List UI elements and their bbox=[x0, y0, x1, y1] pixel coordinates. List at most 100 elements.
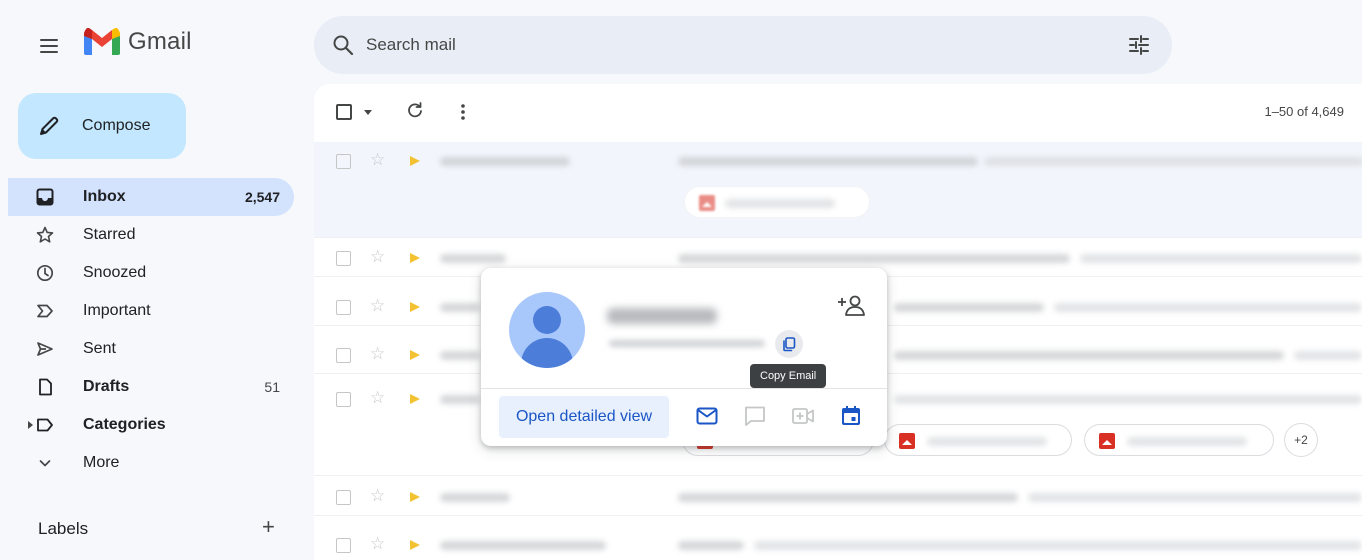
inbox-unread-count: 2,547 bbox=[244, 189, 280, 205]
open-detailed-view-button[interactable]: Open detailed view bbox=[499, 396, 669, 438]
attachment-chip[interactable] bbox=[1084, 424, 1274, 456]
sidebar-item-label: More bbox=[83, 454, 120, 471]
drafts-count: 51 bbox=[264, 379, 280, 395]
add-contact-icon[interactable] bbox=[837, 294, 867, 318]
main-menu-button[interactable] bbox=[38, 34, 62, 58]
important-marker-icon[interactable] bbox=[410, 350, 420, 360]
subject-redacted bbox=[894, 351, 1284, 360]
send-icon bbox=[37, 342, 53, 356]
important-marker-icon[interactable] bbox=[410, 253, 420, 263]
snippet-redacted bbox=[984, 157, 1362, 166]
row-checkbox[interactable] bbox=[336, 538, 351, 553]
attachment-name-redacted bbox=[725, 199, 835, 208]
important-marker-icon[interactable] bbox=[410, 492, 420, 502]
email-row[interactable]: ☆ bbox=[314, 526, 1362, 560]
sender-redacted bbox=[440, 541, 606, 550]
star-icon[interactable]: ☆ bbox=[370, 487, 385, 505]
clock-icon bbox=[36, 264, 54, 282]
subject-redacted bbox=[894, 303, 1044, 312]
row-checkbox[interactable] bbox=[336, 348, 351, 363]
search-options-icon[interactable] bbox=[1128, 34, 1150, 56]
sidebar-item-label: Inbox bbox=[83, 188, 126, 205]
more-options-icon[interactable] bbox=[460, 103, 466, 121]
chat-icon[interactable] bbox=[743, 404, 767, 428]
contact-name-redacted bbox=[607, 308, 717, 324]
app-name: Gmail bbox=[128, 28, 192, 55]
expand-caret-icon[interactable] bbox=[28, 421, 33, 429]
sidebar-item-drafts[interactable]: Drafts 51 bbox=[8, 368, 294, 406]
copy-email-tooltip: Copy Email bbox=[750, 364, 827, 388]
attachment-name-redacted bbox=[1127, 437, 1247, 446]
subject-redacted bbox=[678, 541, 744, 550]
sidebar-item-categories[interactable]: Categories bbox=[8, 406, 294, 444]
person-icon bbox=[533, 306, 561, 334]
star-icon[interactable]: ☆ bbox=[370, 345, 385, 363]
snippet-redacted bbox=[1028, 493, 1362, 502]
contact-email-redacted bbox=[609, 340, 765, 347]
pdf-icon bbox=[699, 195, 715, 211]
important-marker-icon[interactable] bbox=[410, 156, 420, 166]
gmail-logo[interactable]: Gmail bbox=[84, 28, 192, 56]
mail-icon[interactable] bbox=[695, 404, 719, 428]
refresh-icon[interactable] bbox=[406, 102, 424, 120]
sidebar-item-inbox[interactable]: Inbox 2,547 bbox=[8, 178, 294, 216]
search-icon[interactable] bbox=[332, 34, 354, 56]
star-icon[interactable]: ☆ bbox=[370, 297, 385, 315]
select-all-checkbox[interactable] bbox=[336, 104, 352, 120]
video-call-icon[interactable] bbox=[791, 404, 815, 428]
pdf-icon bbox=[899, 433, 915, 449]
attachment-chip[interactable] bbox=[684, 186, 870, 218]
email-row[interactable]: ☆ bbox=[314, 478, 1362, 516]
compose-label: Compose bbox=[82, 117, 151, 134]
snippet-redacted bbox=[1054, 303, 1362, 312]
star-icon[interactable]: ☆ bbox=[370, 248, 385, 266]
sidebar-item-sent[interactable]: Sent bbox=[8, 330, 294, 368]
snippet-redacted bbox=[1294, 351, 1362, 360]
row-checkbox[interactable] bbox=[336, 392, 351, 407]
sidebar-item-label: Snoozed bbox=[83, 264, 147, 281]
attachment-chip[interactable] bbox=[884, 424, 1072, 456]
snippet-redacted bbox=[894, 395, 1362, 404]
star-icon[interactable]: ☆ bbox=[370, 151, 385, 169]
email-row[interactable]: ☆ bbox=[314, 142, 1362, 238]
sidebar-item-label: Sent bbox=[83, 340, 116, 357]
row-checkbox[interactable] bbox=[336, 154, 351, 169]
labels-heading: Labels bbox=[38, 519, 89, 538]
compose-button[interactable]: Compose bbox=[18, 93, 186, 159]
search-bar[interactable]: Search mail bbox=[314, 16, 1172, 74]
select-dropdown-icon[interactable] bbox=[364, 110, 372, 115]
add-label-button[interactable]: + bbox=[262, 516, 275, 538]
copy-email-button[interactable] bbox=[775, 330, 803, 358]
sidebar-item-starred[interactable]: Starred bbox=[8, 216, 294, 254]
search-input[interactable]: Search mail bbox=[366, 35, 456, 55]
contact-hover-card: Copy Email Open detailed view bbox=[481, 268, 887, 446]
important-marker-icon[interactable] bbox=[410, 302, 420, 312]
subject-redacted bbox=[678, 493, 1018, 502]
important-icon bbox=[37, 304, 53, 318]
important-marker-icon[interactable] bbox=[410, 394, 420, 404]
sender-redacted bbox=[440, 254, 506, 263]
row-checkbox[interactable] bbox=[336, 300, 351, 315]
subject-redacted bbox=[678, 157, 978, 166]
sidebar-item-more[interactable]: More bbox=[8, 444, 294, 482]
sender-redacted bbox=[440, 395, 480, 404]
sidebar-item-important[interactable]: Important bbox=[8, 292, 294, 330]
avatar bbox=[509, 292, 585, 368]
sidebar-item-label: Drafts bbox=[83, 378, 130, 395]
snippet-redacted bbox=[1080, 254, 1362, 263]
sender-redacted bbox=[440, 493, 510, 502]
star-icon[interactable]: ☆ bbox=[370, 535, 385, 553]
row-checkbox[interactable] bbox=[336, 251, 351, 266]
sidebar-item-snoozed[interactable]: Snoozed bbox=[8, 254, 294, 292]
more-attachments-chip[interactable]: +2 bbox=[1284, 423, 1318, 457]
important-marker-icon[interactable] bbox=[410, 540, 420, 550]
calendar-icon[interactable] bbox=[839, 404, 863, 428]
sidebar-item-label: Important bbox=[83, 302, 151, 319]
subject-redacted bbox=[678, 254, 1070, 263]
card-divider bbox=[481, 388, 887, 389]
pagination-count: 1–50 of 4,649 bbox=[1264, 104, 1344, 119]
sidebar-item-label: Starred bbox=[83, 226, 136, 243]
chevron-down-icon bbox=[39, 460, 51, 467]
star-icon[interactable]: ☆ bbox=[370, 389, 385, 407]
row-checkbox[interactable] bbox=[336, 490, 351, 505]
